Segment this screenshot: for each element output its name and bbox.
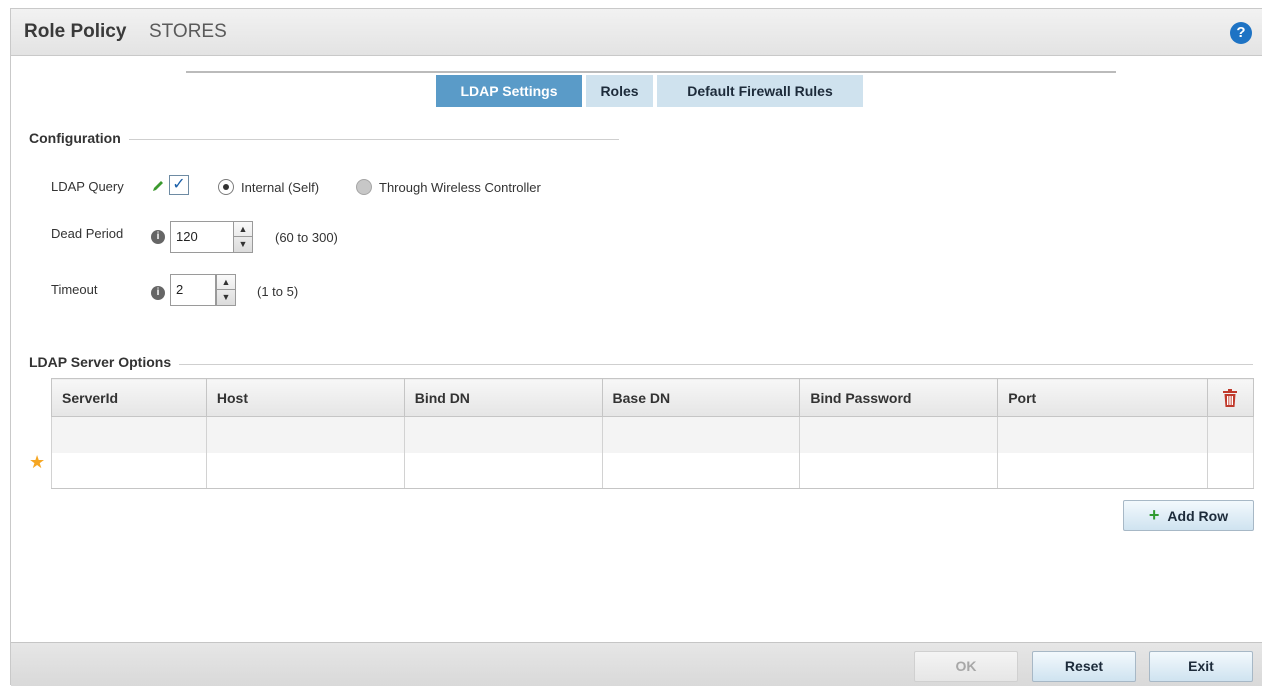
table-cell[interactable]	[799, 452, 999, 489]
table-row	[51, 416, 1255, 453]
radio-internal-self-label: Internal (Self)	[241, 180, 320, 195]
dead-period-info-icon[interactable]: i	[151, 230, 165, 244]
tab-ldap-settings[interactable]: LDAP Settings	[436, 75, 582, 107]
table-cell[interactable]	[205, 452, 405, 489]
timeout-label: Timeout	[51, 282, 98, 297]
table-cell[interactable]	[799, 416, 999, 453]
timeout-range: (1 to 5)	[257, 284, 299, 299]
help-icon[interactable]: ?	[1230, 22, 1252, 44]
column-header-base-dn[interactable]: Base DN	[601, 378, 801, 417]
timeout-input[interactable]: 2	[170, 274, 216, 306]
radio-internal-self[interactable]	[218, 179, 234, 195]
table-cell[interactable]	[997, 452, 1208, 489]
dead-period-range: (60 to 300)	[275, 230, 338, 245]
page-title: Role Policy	[24, 21, 127, 42]
table-cell[interactable]	[51, 416, 207, 453]
reset-button[interactable]: Reset	[1032, 651, 1136, 682]
column-header-bind-password[interactable]: Bind Password	[799, 378, 999, 417]
ldap-query-checkbox[interactable]: ✓	[169, 175, 189, 195]
title-bar: Role Policy STORES ?	[11, 9, 1262, 56]
dead-period-stepper[interactable]: ▲ ▼	[233, 221, 253, 253]
ok-button[interactable]: OK	[914, 651, 1018, 682]
table-cell[interactable]	[403, 416, 603, 453]
dead-period-input[interactable]: 120	[170, 221, 234, 253]
server-options-heading: LDAP Server Options	[29, 354, 180, 370]
column-header-host[interactable]: Host	[205, 378, 405, 417]
radio-through-wireless-controller[interactable]	[356, 179, 372, 195]
table-cell[interactable]	[205, 416, 405, 453]
exit-button[interactable]: Exit	[1149, 651, 1253, 682]
table-cell[interactable]	[1206, 416, 1255, 453]
table-cell[interactable]	[601, 416, 801, 453]
stepper-down-icon[interactable]: ▼	[234, 237, 252, 252]
new-row-star-icon: ★	[29, 452, 46, 472]
column-header-serverid[interactable]: ServerId	[51, 378, 207, 417]
trash-icon[interactable]	[1222, 388, 1238, 408]
configuration-heading: Configuration	[29, 130, 129, 146]
delete-column-header[interactable]	[1206, 378, 1255, 417]
add-row-button[interactable]: + Add Row	[1123, 500, 1254, 531]
tab-default-firewall-rules[interactable]: Default Firewall Rules	[657, 75, 863, 107]
add-row-label: Add Row	[1167, 508, 1229, 524]
pencil-icon	[153, 181, 163, 191]
column-header-bind-dn[interactable]: Bind DN	[403, 378, 603, 417]
table-cell[interactable]	[997, 416, 1208, 453]
radio-through-wireless-controller-label: Through Wireless Controller	[379, 180, 541, 195]
server-options-rule	[31, 364, 1253, 365]
timeout-stepper[interactable]: ▲ ▼	[216, 274, 236, 306]
table-cell[interactable]	[601, 452, 801, 489]
column-header-port[interactable]: Port	[997, 378, 1208, 417]
table-row-new	[51, 452, 1255, 489]
table-cell[interactable]	[51, 452, 207, 489]
stepper-down-icon[interactable]: ▼	[217, 290, 235, 305]
timeout-info-icon[interactable]: i	[151, 286, 165, 300]
ldap-server-table: ServerId Host Bind DN Base DN Bind Passw…	[51, 378, 1255, 489]
plus-icon: +	[1148, 505, 1160, 525]
table-cell[interactable]	[1206, 452, 1255, 489]
tabs-divider	[186, 71, 1116, 73]
page-subtitle: STORES	[149, 21, 227, 42]
role-policy-window: Role Policy STORES ? LDAP Settings Roles…	[10, 8, 1262, 686]
table-header-row: ServerId Host Bind DN Base DN Bind Passw…	[51, 378, 1255, 417]
table-cell[interactable]	[403, 452, 603, 489]
stepper-up-icon[interactable]: ▲	[217, 275, 235, 290]
dead-period-label: Dead Period	[51, 226, 124, 241]
stepper-up-icon[interactable]: ▲	[234, 222, 252, 237]
tab-roles[interactable]: Roles	[586, 75, 653, 107]
ldap-query-label: LDAP Query	[51, 179, 124, 194]
